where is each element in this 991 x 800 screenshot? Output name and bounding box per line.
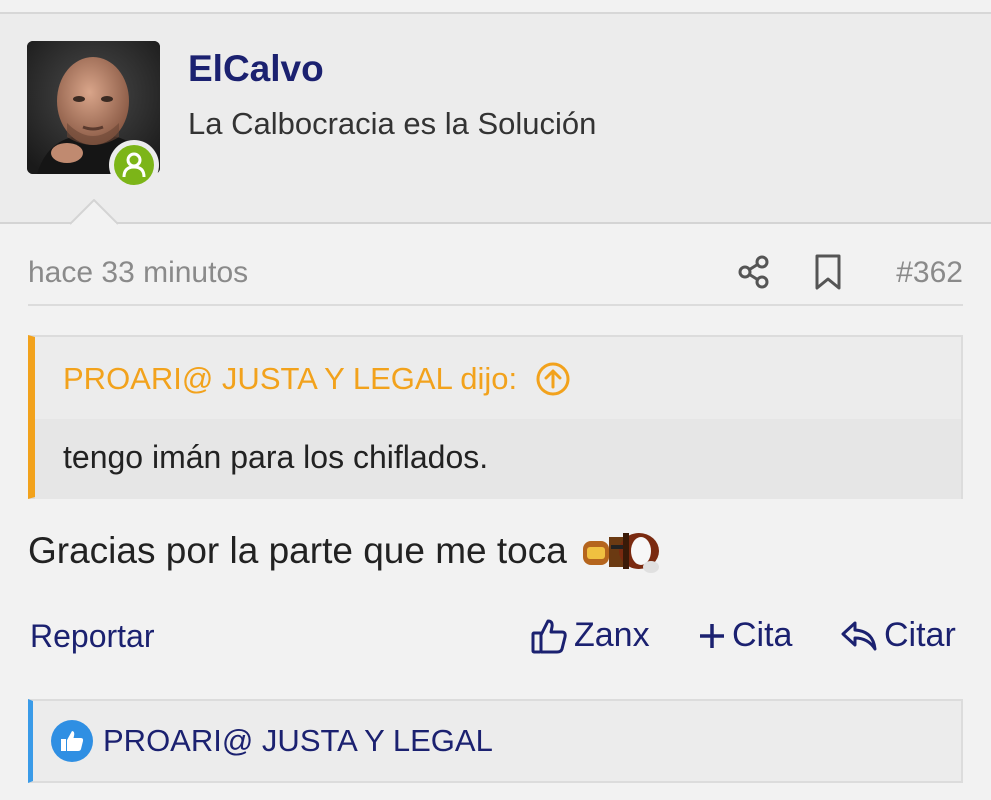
quote-text: tengo imán para los chiflados. — [63, 439, 489, 475]
bookmark-icon[interactable] — [810, 253, 846, 291]
reply-label: Citar — [884, 616, 956, 654]
top-edge — [0, 0, 991, 14]
thumbs-up-icon — [531, 619, 567, 653]
reply-button[interactable]: Citar — [840, 616, 956, 655]
arrow-up-circle-icon[interactable] — [535, 361, 571, 397]
post-author-header: ElCalvo La Calbocracia es la Solución — [0, 14, 991, 224]
username[interactable]: ElCalvo — [188, 48, 324, 90]
plus-icon — [700, 623, 724, 648]
like-button[interactable]: Zanx — [530, 616, 650, 655]
post-meta: hace 33 minutos #362 — [28, 250, 963, 306]
reactions-bar[interactable]: PROARI@ JUSTA Y LEGAL — [28, 699, 963, 783]
reaction-users[interactable]: PROARI@ JUSTA Y LEGAL — [103, 723, 493, 759]
post-message: Gracias por la parte que me toca — [28, 530, 567, 571]
like-badge-icon — [51, 720, 93, 762]
reply-icon — [841, 621, 877, 650]
quote-body: tengo imán para los chiflados. — [35, 419, 961, 499]
quote-author[interactable]: PROARI@ JUSTA Y LEGAL dijo: — [63, 361, 517, 397]
quote-header[interactable]: PROARI@ JUSTA Y LEGAL dijo: — [63, 361, 571, 397]
smiley-icon — [582, 533, 659, 573]
like-label: Zanx — [574, 616, 650, 654]
multiquote-label: Cita — [732, 616, 793, 654]
post-body: Gracias por la parte que me toca — [28, 527, 663, 575]
user-icon — [122, 152, 146, 178]
share-icon[interactable] — [736, 254, 772, 290]
user-title: La Calbocracia es la Solución — [188, 106, 597, 141]
quote-block: PROARI@ JUSTA Y LEGAL dijo: tengo imán p… — [28, 335, 963, 499]
online-status-badge — [109, 140, 159, 190]
post-number[interactable]: #362 — [896, 256, 963, 290]
multiquote-button[interactable]: Cita — [698, 616, 792, 655]
header-pointer — [70, 199, 118, 225]
post-time[interactable]: hace 33 minutos — [28, 256, 248, 290]
report-link[interactable]: Reportar — [30, 618, 155, 655]
post-actions: Reportar Zanx Cita Citar — [30, 614, 962, 662]
